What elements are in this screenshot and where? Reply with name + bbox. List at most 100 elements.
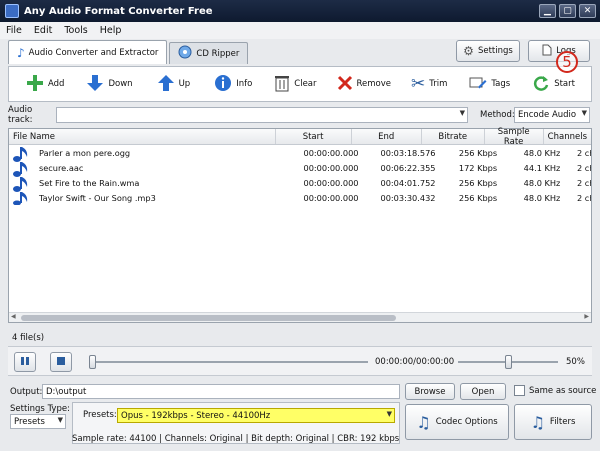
- tab-cd-ripper[interactable]: CD Ripper: [169, 42, 249, 64]
- remove-button[interactable]: Remove: [334, 69, 395, 99]
- settings-type-select[interactable]: Presets ▼: [10, 414, 66, 429]
- info-button[interactable]: Info: [211, 69, 255, 99]
- filters-button[interactable]: ♫ Filters: [514, 404, 592, 440]
- add-button[interactable]: Add: [23, 69, 67, 99]
- cell-file-name: secure.aac: [39, 162, 84, 173]
- method-select[interactable]: Encode Audio ▼: [514, 107, 590, 123]
- output-label: Output:: [10, 387, 43, 397]
- cell-sample-rate: 44.1 KHz: [523, 162, 561, 173]
- step-callout-badge: 5: [556, 51, 578, 73]
- table-row[interactable]: secure.aac 00:00:00.000 00:06:22.355 172…: [9, 160, 591, 175]
- cell-channels: 2 channels: [577, 192, 591, 203]
- cell-start: 00:00:00.000: [303, 162, 359, 173]
- cell-start: 00:00:00.000: [303, 147, 359, 158]
- scrollbar-thumb[interactable]: [21, 315, 396, 321]
- cd-icon: [178, 45, 192, 62]
- window-title: Any Audio Format Converter Free: [24, 5, 213, 17]
- same-as-source-label: Same as source: [529, 386, 597, 396]
- col-start[interactable]: Start: [276, 129, 352, 144]
- cell-bitrate: 256 Kbps: [458, 147, 498, 158]
- codec-options-icon: ♫: [416, 412, 431, 432]
- cell-bitrate: 256 Kbps: [458, 177, 498, 188]
- info-icon: [214, 74, 232, 95]
- cell-bitrate: 172 Kbps: [458, 162, 498, 173]
- horizontal-scrollbar[interactable]: ◀ ▶: [9, 312, 591, 322]
- time-display: 00:00:00/00:00:00: [375, 357, 455, 367]
- minimize-button[interactable]: ▁: [539, 4, 556, 18]
- tags-button[interactable]: Tags: [466, 69, 513, 99]
- tab-audio-converter[interactable]: ♪ Audio Converter and Extractor: [8, 40, 168, 64]
- col-file-name[interactable]: File Name: [9, 129, 276, 144]
- table-row[interactable]: Taylor Swift - Our Song .mp3 00:00:00.00…: [9, 190, 591, 205]
- same-as-source-checkbox[interactable]: [514, 385, 525, 396]
- settings-button[interactable]: ⚙ Settings: [456, 40, 520, 62]
- cell-bitrate: 256 Kbps: [458, 192, 498, 203]
- menu-edit[interactable]: Edit: [28, 25, 58, 36]
- table-header: File Name Start End Bitrate Sample Rate …: [9, 127, 591, 147]
- scissors-icon: ✂: [411, 74, 426, 94]
- refresh-start-icon: [532, 74, 550, 95]
- info-label: Info: [236, 79, 253, 89]
- cell-channels: 2 channels: [577, 147, 591, 158]
- output-path-value: D:\output: [46, 386, 87, 397]
- scroll-left-icon[interactable]: ◀: [11, 313, 16, 320]
- music-note-icon: ♪: [17, 45, 25, 60]
- tab-label: Audio Converter and Extractor: [28, 47, 159, 58]
- table-row[interactable]: Set Fire to the Rain.wma 00:00:00.000 00…: [9, 175, 591, 190]
- scroll-right-icon[interactable]: ▶: [584, 313, 589, 320]
- settings-type-value: Presets: [14, 416, 45, 427]
- pause-button[interactable]: [14, 352, 36, 372]
- method-label: Method:: [480, 110, 515, 120]
- codec-options-button[interactable]: ♫ Codec Options: [405, 404, 509, 440]
- col-channels[interactable]: Channels: [544, 129, 591, 144]
- filters-icon: ♫: [530, 412, 545, 432]
- add-label: Add: [48, 79, 65, 89]
- cell-end: 00:03:30.432: [380, 192, 436, 203]
- presets-label: Presets:: [83, 410, 117, 420]
- stop-button[interactable]: [50, 352, 72, 372]
- col-end[interactable]: End: [352, 129, 422, 144]
- method-value: Encode Audio: [518, 110, 577, 120]
- cell-start: 00:00:00.000: [303, 177, 359, 188]
- position-slider-track[interactable]: [92, 361, 368, 363]
- codec-options-label: Codec Options: [435, 417, 498, 427]
- up-button[interactable]: Up: [154, 69, 194, 99]
- start-button[interactable]: Start: [529, 69, 578, 99]
- browse-button[interactable]: Browse: [405, 383, 455, 400]
- player-bar: 00:00:00/00:00:00 50%: [8, 346, 592, 376]
- table-row[interactable]: Parler a mon pere.ogg 00:00:00.000 00:03…: [9, 145, 591, 160]
- audio-track-select[interactable]: ▼: [56, 107, 468, 123]
- trim-label: Trim: [429, 79, 448, 89]
- clear-button[interactable]: Clear: [271, 69, 319, 99]
- audio-track-row: Audio track: ▼ Method: Encode Audio ▼: [8, 105, 592, 125]
- title-bar: Any Audio Format Converter Free ▁ ▢ ✕: [0, 0, 600, 22]
- menu-file[interactable]: File: [0, 25, 28, 36]
- app-logo-icon: [5, 4, 19, 18]
- cell-file-name: Parler a mon pere.ogg: [39, 147, 131, 158]
- col-sample-rate[interactable]: Sample Rate: [485, 127, 544, 147]
- cell-end: 00:04:01.752: [380, 177, 436, 188]
- close-button[interactable]: ✕: [579, 4, 596, 18]
- trim-button[interactable]: ✂ Trim: [408, 69, 450, 99]
- position-slider-handle[interactable]: [89, 355, 96, 369]
- menu-tools[interactable]: Tools: [58, 25, 93, 36]
- maximize-button[interactable]: ▢: [559, 4, 576, 18]
- col-bitrate[interactable]: Bitrate: [422, 129, 485, 144]
- output-path-field[interactable]: D:\output: [42, 384, 400, 399]
- file-table: File Name Start End Bitrate Sample Rate …: [8, 127, 592, 323]
- volume-slider-handle[interactable]: [505, 355, 512, 369]
- document-icon: [542, 44, 552, 59]
- up-label: Up: [178, 79, 191, 89]
- presets-select[interactable]: Opus - 192kbps - Stereo - 44100Hz ▼: [117, 408, 395, 423]
- open-button[interactable]: Open: [460, 383, 506, 400]
- down-button[interactable]: Down: [83, 69, 135, 99]
- arrow-down-icon: [86, 74, 104, 95]
- chevron-down-icon: ▼: [459, 109, 465, 117]
- cell-channels: 2 channels: [577, 177, 591, 188]
- cell-sample-rate: 48.0 KHz: [523, 192, 561, 203]
- audio-track-label: Audio track:: [8, 105, 33, 125]
- plus-icon: [26, 74, 44, 95]
- pause-icon: [20, 356, 30, 369]
- presets-value: Opus - 192kbps - Stereo - 44100Hz: [121, 410, 271, 421]
- menu-help[interactable]: Help: [94, 25, 128, 36]
